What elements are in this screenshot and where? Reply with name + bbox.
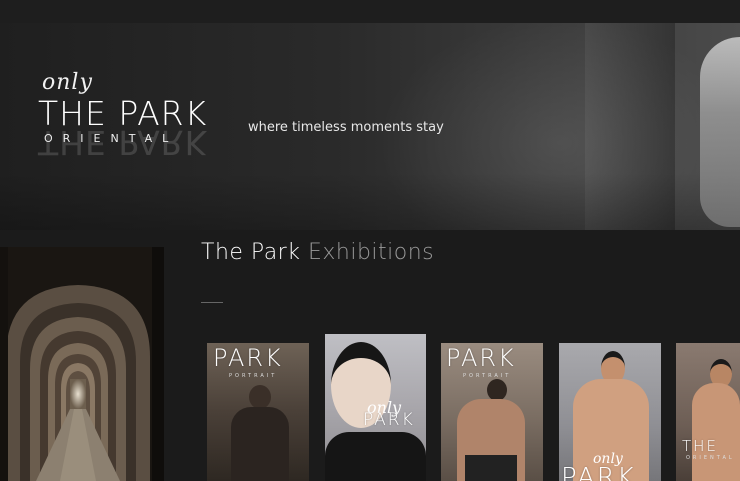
- logo-subtitle: ORIENTAL: [44, 132, 179, 145]
- card-subtitle: ORIENTAL: [686, 455, 735, 461]
- site-logo[interactable]: only THE PARK THE PARK ORIENTAL: [38, 70, 258, 162]
- exhibition-card[interactable]: only PARK: [325, 334, 426, 481]
- hero-tagline: where timeless moments stay: [248, 120, 444, 135]
- section-divider: [201, 302, 223, 303]
- card-title: PARK: [363, 410, 415, 430]
- person-head: [249, 385, 271, 409]
- exhibition-card[interactable]: PARK PORTRAIT: [441, 343, 543, 481]
- section-title-accent: Exhibitions: [307, 240, 435, 265]
- exhibition-card[interactable]: PARK PORTRAIT: [207, 343, 309, 481]
- card-title: PARK: [213, 344, 283, 372]
- shorts: [465, 455, 517, 481]
- person-body: [231, 407, 289, 481]
- section-title-main: The Park: [201, 240, 301, 265]
- hero-floor: [0, 173, 740, 230]
- logo-script: only: [42, 70, 93, 95]
- hero-figure-image: [700, 37, 740, 227]
- arch-corridor-image: [0, 247, 164, 481]
- section-title: The Park Exhibitions: [201, 240, 434, 265]
- exhibition-card[interactable]: only PARK: [559, 343, 661, 481]
- exhibition-card[interactable]: THE ORIENTAL: [676, 343, 740, 481]
- card-subtitle: PORTRAIT: [463, 373, 512, 379]
- card-title: PARK: [446, 344, 516, 372]
- card-title: THE: [682, 437, 718, 455]
- person-body: [692, 383, 740, 481]
- card-title: PARK: [561, 463, 636, 481]
- card-subtitle: PORTRAIT: [229, 373, 278, 379]
- top-bar: [0, 0, 740, 23]
- person-head: [487, 379, 507, 401]
- person-body: [325, 432, 426, 481]
- arch-corridor-photo: [0, 247, 164, 481]
